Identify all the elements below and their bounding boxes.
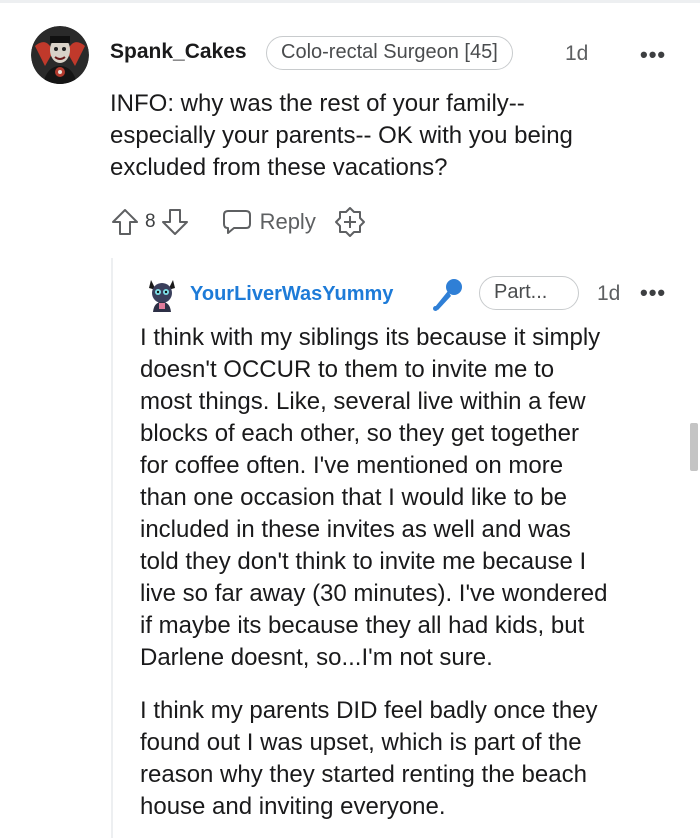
speech-bubble-icon bbox=[222, 208, 252, 236]
reply-more-options-button[interactable]: ••• bbox=[640, 282, 666, 304]
microphone-icon bbox=[430, 277, 464, 318]
comment-actions: 8 Reply bbox=[110, 204, 366, 240]
thread-line[interactable] bbox=[111, 258, 113, 838]
downvote-arrow-icon[interactable] bbox=[160, 207, 190, 237]
reply-timestamp: 1d bbox=[597, 282, 621, 305]
scrollbar-thumb[interactable] bbox=[690, 423, 698, 471]
more-options-button[interactable]: ••• bbox=[640, 44, 666, 66]
comment-timestamp: 1d bbox=[565, 42, 589, 65]
upvote-arrow-icon[interactable] bbox=[110, 207, 140, 237]
reply-paragraph-2: I think my parents DID feel badly once t… bbox=[140, 697, 598, 820]
comment-author[interactable]: Spank_Cakes bbox=[110, 40, 247, 64]
vote-count: 8 bbox=[145, 211, 156, 232]
top-divider bbox=[0, 0, 700, 3]
reply-button[interactable]: Reply bbox=[222, 208, 316, 236]
reply-paragraph-1: I think with my siblings its because it … bbox=[140, 324, 608, 671]
reply-label: Reply bbox=[259, 209, 316, 234]
plus-award-icon[interactable] bbox=[334, 206, 366, 238]
user-avatar[interactable] bbox=[31, 26, 89, 84]
reply-user-flair: Part... bbox=[479, 276, 579, 310]
reply-avatar[interactable] bbox=[143, 276, 181, 314]
user-flair: Colo-rectal Surgeon [45] bbox=[266, 36, 513, 70]
comment-body: INFO: why was the rest of your family-- … bbox=[110, 90, 573, 181]
reply-author[interactable]: YourLiverWasYummy bbox=[190, 283, 393, 306]
